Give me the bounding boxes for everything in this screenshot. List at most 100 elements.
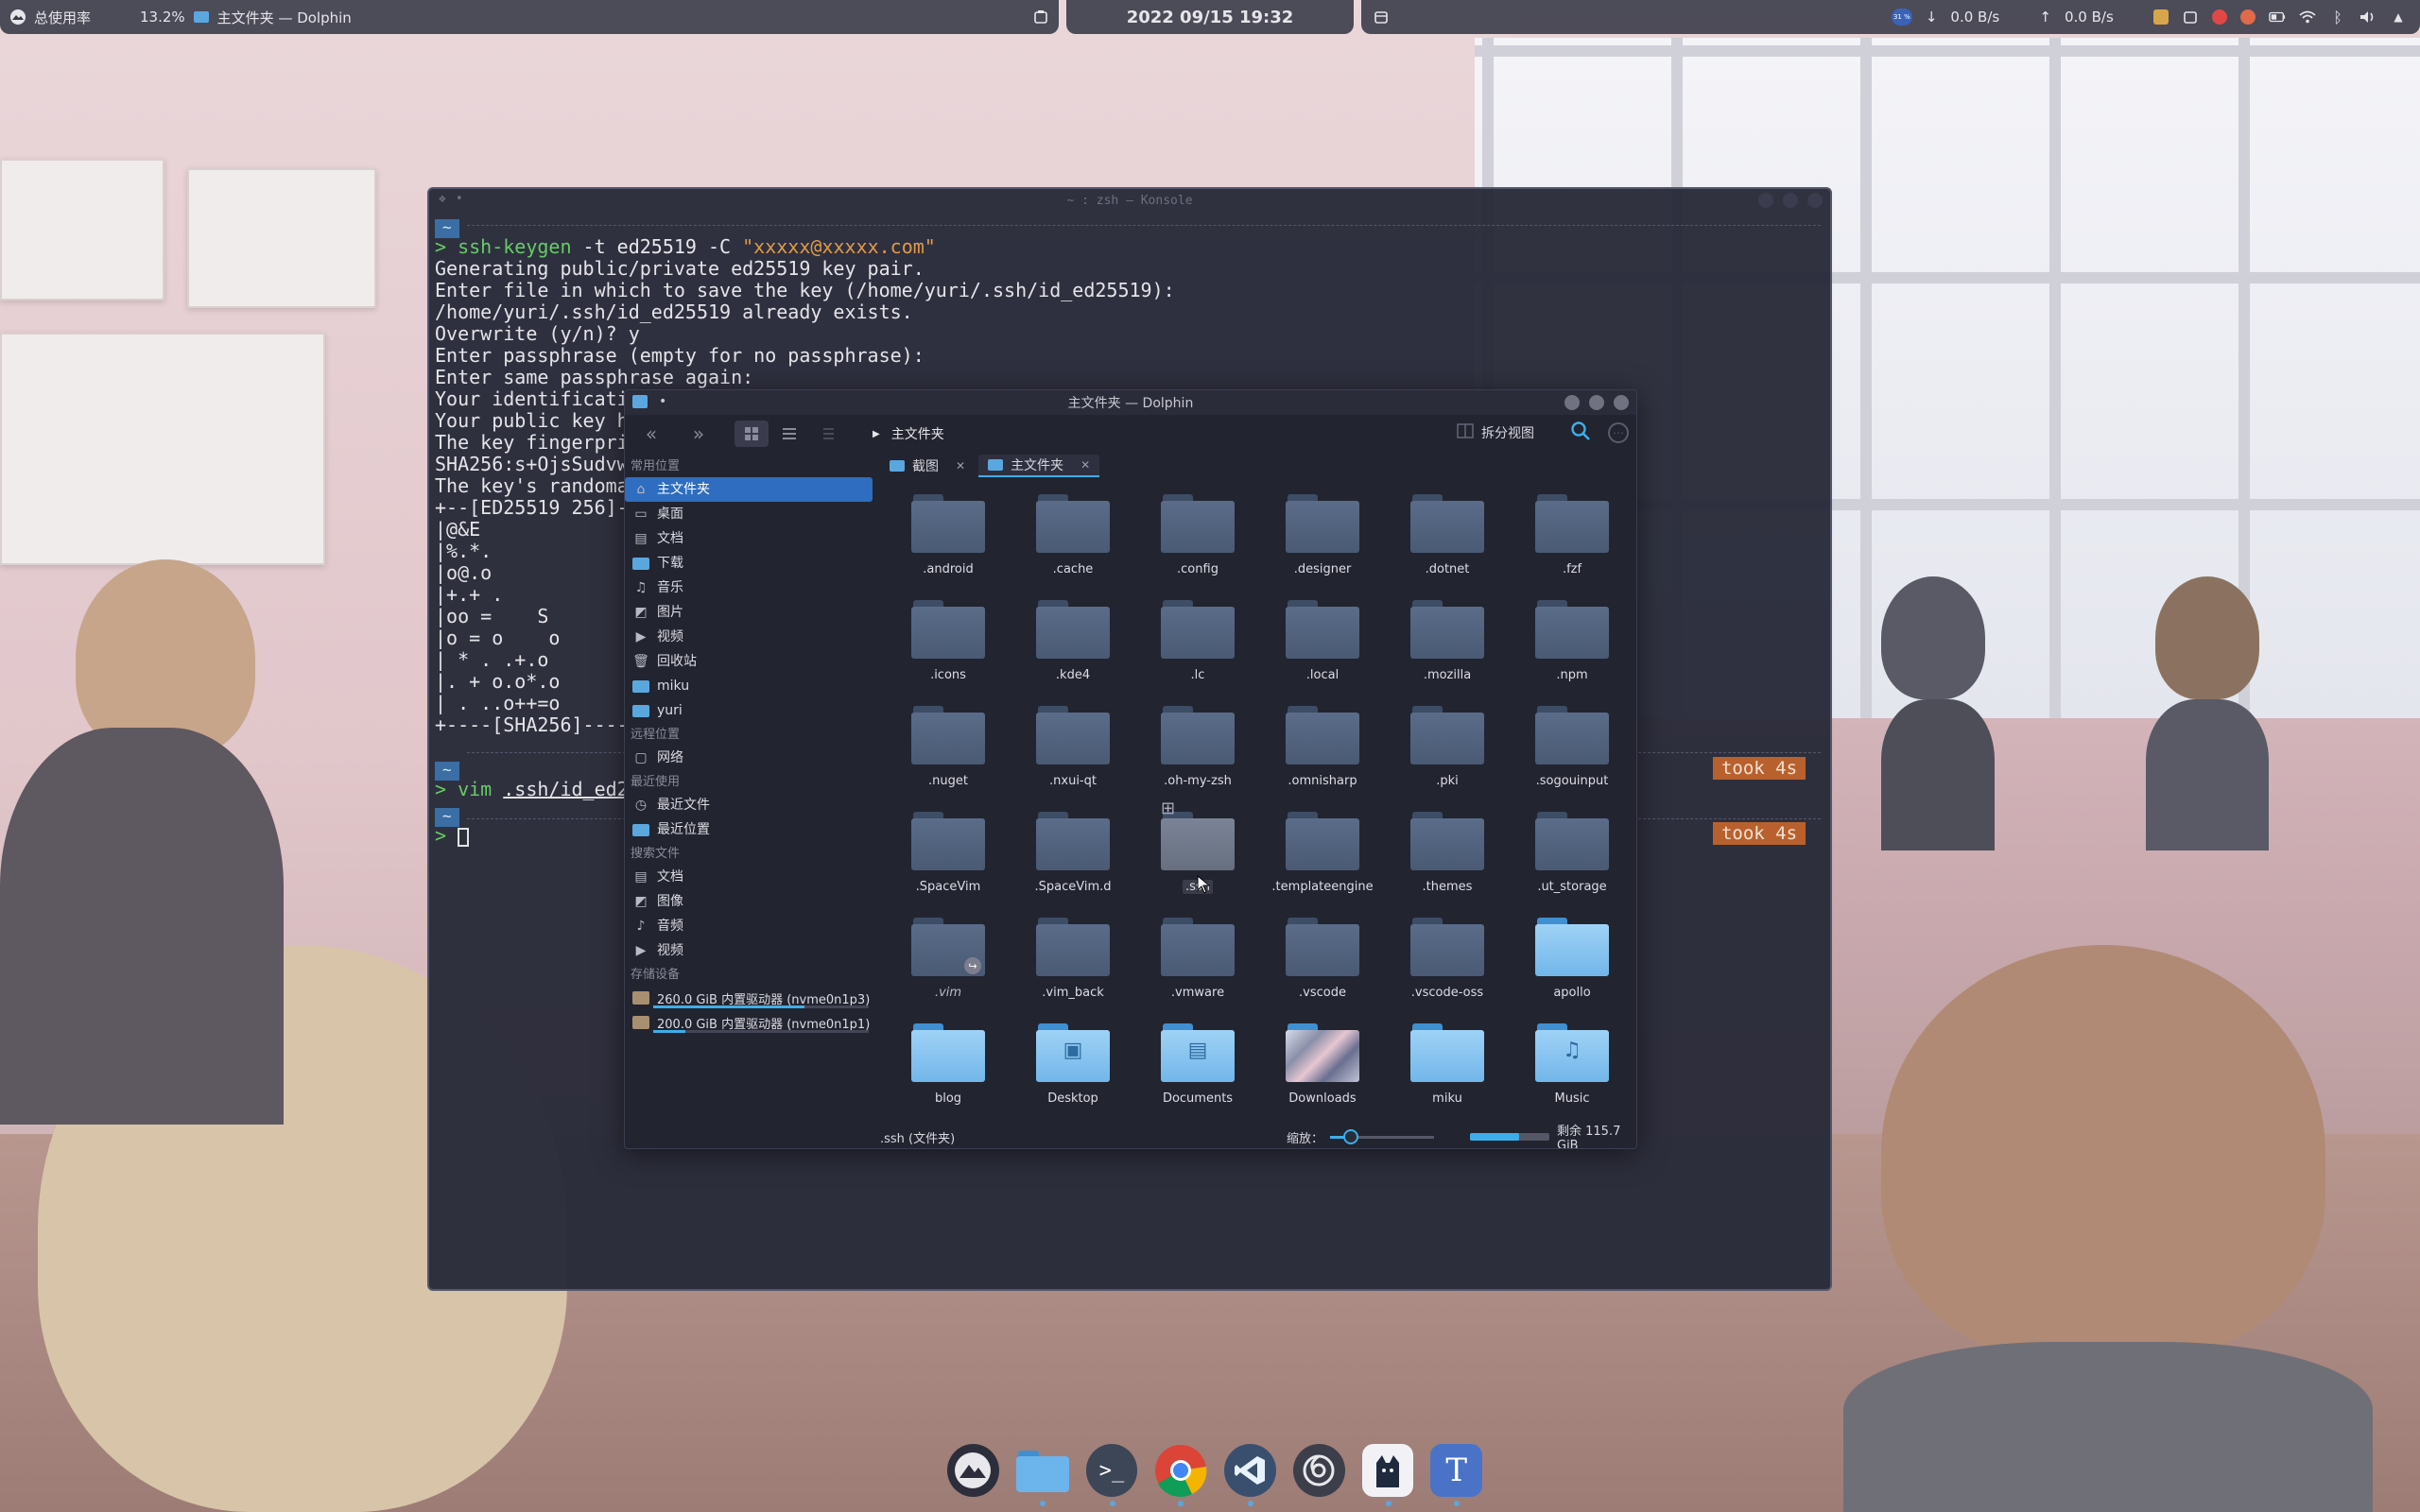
- sidebar-item-videos[interactable]: ▶ 视频: [625, 625, 874, 649]
- file-item[interactable]: ▣ Desktop: [1011, 1023, 1135, 1129]
- file-item[interactable]: .ut_storage: [1510, 812, 1634, 918]
- konsole-menu-icon[interactable]: ❖: [439, 192, 446, 206]
- file-item[interactable]: .local: [1260, 600, 1385, 706]
- close-button[interactable]: [1614, 395, 1629, 410]
- dock-chrome-icon[interactable]: [1154, 1444, 1207, 1506]
- file-item[interactable]: .oh-my-zsh: [1135, 706, 1260, 812]
- file-item[interactable]: apollo: [1510, 918, 1634, 1023]
- cat-tray-icon[interactable]: [2153, 9, 2169, 25]
- sidebar-item-desktop[interactable]: ▭ 桌面: [625, 502, 874, 526]
- hamburger-menu-icon[interactable]: ⋯: [1608, 422, 1629, 443]
- dock-cat-icon[interactable]: [1361, 1444, 1414, 1506]
- file-item[interactable]: .config: [1135, 494, 1260, 600]
- sidebar-item-trash[interactable]: 🗑 回收站: [625, 649, 874, 674]
- file-item[interactable]: .vmware: [1135, 918, 1260, 1023]
- file-item[interactable]: ↪ .vim: [886, 918, 1011, 1023]
- wifi-icon[interactable]: [2299, 9, 2316, 26]
- file-item[interactable]: .omnisharp: [1260, 706, 1385, 812]
- sidebar-item-drive[interactable]: 200.0 GiB 内置驱动器 (nvme0n1p1): [625, 1010, 874, 1035]
- sidebar-item-documents[interactable]: ▤ 文档: [625, 526, 874, 551]
- dock-nekoray-icon[interactable]: [1293, 1444, 1345, 1497]
- pin-icon[interactable]: •: [659, 394, 666, 409]
- pin-icon[interactable]: •: [456, 192, 463, 206]
- bluetooth-icon[interactable]: ᛒ: [2329, 9, 2346, 26]
- close-tab-icon[interactable]: ✕: [956, 459, 965, 472]
- file-item[interactable]: .vscode-oss: [1385, 918, 1510, 1023]
- tab-home[interactable]: 主文件夹 ✕: [978, 455, 1100, 477]
- sidebar-item-drive[interactable]: 260.0 GiB 内置驱动器 (nvme0n1p3): [625, 986, 874, 1010]
- konsole-titlebar[interactable]: ❖ • ~ : zsh — Konsole: [429, 189, 1830, 212]
- file-item[interactable]: .SpaceVim: [886, 812, 1011, 918]
- split-view-button[interactable]: 拆分视图: [1457, 423, 1534, 442]
- back-button[interactable]: «: [634, 421, 668, 447]
- battery-badge[interactable]: 31 %: [1891, 9, 1912, 26]
- sidebar-item-images[interactable]: ◩ 图像: [625, 889, 874, 914]
- app-launcher-icon[interactable]: [9, 9, 26, 26]
- file-item[interactable]: .nxui-qt: [1011, 706, 1135, 812]
- dolphin-titlebar[interactable]: • 主文件夹 — Dolphin: [625, 390, 1636, 415]
- file-item[interactable]: .sogouinput: [1510, 706, 1634, 812]
- file-view[interactable]: .android .cache .config .designer .dotnet .fz…: [886, 494, 1633, 1129]
- sidebar-item-downloads[interactable]: 下载: [625, 551, 874, 576]
- dock-terminal-icon[interactable]: >_: [1085, 1444, 1138, 1506]
- file-item[interactable]: ♫ Music: [1510, 1023, 1634, 1129]
- sidebar-item-documents[interactable]: ▤ 文档: [625, 865, 874, 889]
- volume-icon[interactable]: [2360, 9, 2377, 26]
- sidebar-item-pictures[interactable]: ◩ 图片: [625, 600, 874, 625]
- sidebar-item-network[interactable]: ▢ 网络: [625, 746, 874, 770]
- file-item[interactable]: ▤ Documents: [1135, 1023, 1260, 1129]
- clipboard-tray-icon[interactable]: [2182, 9, 2199, 26]
- active-window-title[interactable]: 主文件夹 — Dolphin: [217, 8, 352, 27]
- dolphin-window[interactable]: • 主文件夹 — Dolphin « » ▶ 主文件夹 拆分视图 ⋯ 常用位置 ⌂…: [624, 389, 1637, 1149]
- close-tab-icon[interactable]: ✕: [1080, 458, 1090, 472]
- sidebar-item-audio[interactable]: ♪ 音频: [625, 914, 874, 938]
- clipboard-icon[interactable]: [1032, 9, 1049, 26]
- icons-view-button[interactable]: [735, 421, 769, 447]
- breadcrumb-item[interactable]: 主文件夹: [891, 424, 944, 443]
- file-item[interactable]: .dotnet: [1385, 494, 1510, 600]
- file-item[interactable]: .nuget: [886, 706, 1011, 812]
- sogou-icon[interactable]: [2240, 9, 2256, 25]
- file-item[interactable]: .mozilla: [1385, 600, 1510, 706]
- maximize-button[interactable]: [1783, 193, 1798, 208]
- sidebar-item-videos[interactable]: ▶ 视频: [625, 938, 874, 963]
- zoom-slider-handle[interactable]: [1343, 1129, 1358, 1144]
- file-item[interactable]: blog: [886, 1023, 1011, 1129]
- close-button[interactable]: [1807, 193, 1823, 208]
- file-item[interactable]: .pki: [1385, 706, 1510, 812]
- dock-launcher-icon[interactable]: [947, 1444, 999, 1497]
- file-item[interactable]: .vscode: [1260, 918, 1385, 1023]
- dock-typora-icon[interactable]: T: [1430, 1444, 1483, 1506]
- file-item[interactable]: .cache: [1011, 494, 1135, 600]
- record-icon[interactable]: [2212, 9, 2227, 25]
- dock-files-icon[interactable]: [1015, 1444, 1069, 1506]
- file-item[interactable]: miku: [1385, 1023, 1510, 1129]
- sidebar-item-recent-files[interactable]: ◷ 最近文件: [625, 793, 874, 817]
- minimize-button[interactable]: [1564, 395, 1580, 410]
- file-item[interactable]: .fzf: [1510, 494, 1634, 600]
- expand-tray-icon[interactable]: ▲: [2390, 9, 2407, 26]
- file-item[interactable]: .icons: [886, 600, 1011, 706]
- sidebar-item-miku[interactable]: miku: [625, 674, 874, 698]
- file-item[interactable]: .vim_back: [1011, 918, 1135, 1023]
- minimize-button[interactable]: [1758, 193, 1773, 208]
- file-item[interactable]: .designer: [1260, 494, 1385, 600]
- tab-screenshots[interactable]: 截图 ✕: [880, 455, 975, 477]
- dock-vscode-icon[interactable]: [1224, 1444, 1277, 1506]
- sidebar-item-yuri[interactable]: yuri: [625, 698, 874, 723]
- battery-icon[interactable]: [2269, 9, 2286, 26]
- maximize-button[interactable]: [1589, 395, 1604, 410]
- file-item[interactable]: ⊞.ssh: [1135, 799, 1260, 918]
- dolphin-app-icon[interactable]: [632, 395, 648, 408]
- file-item[interactable]: Downloads: [1260, 1023, 1385, 1129]
- file-item[interactable]: .lc: [1135, 600, 1260, 706]
- sidebar-item-recent-locations[interactable]: 最近位置: [625, 817, 874, 842]
- select-toggle-icon[interactable]: ⊞: [1161, 799, 1182, 819]
- clock[interactable]: 2022 09/15 19:32: [1066, 0, 1354, 34]
- file-item[interactable]: .templateengine: [1260, 812, 1385, 918]
- sidebar-item-music[interactable]: ♫ 音乐: [625, 576, 874, 600]
- sidebar-item-home[interactable]: ⌂ 主文件夹: [625, 477, 873, 502]
- breadcrumb-arrow-icon[interactable]: ▶: [873, 429, 880, 439]
- file-item[interactable]: .android: [886, 494, 1011, 600]
- file-item[interactable]: .SpaceVim.d: [1011, 812, 1135, 918]
